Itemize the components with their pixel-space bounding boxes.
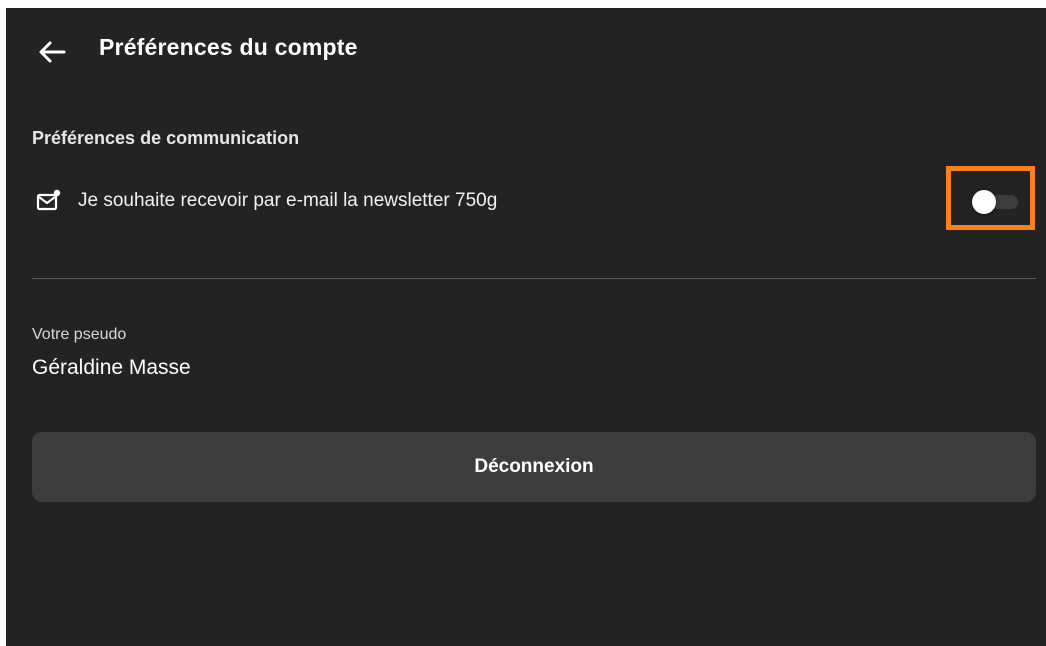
logout-button-label: Déconnexion (474, 456, 594, 477)
account-preferences-screen: Préférences du compte Préférences de com… (6, 8, 1046, 646)
toggle-knob (972, 190, 996, 214)
pseudo-value: Géraldine Masse (32, 356, 191, 379)
back-button[interactable] (36, 36, 68, 68)
newsletter-toggle[interactable] (972, 190, 1022, 214)
mail-notification-icon (36, 189, 61, 211)
pseudo-label: Votre pseudo (32, 326, 127, 343)
section-divider (32, 278, 1036, 279)
newsletter-label: Je souhaite recevoir par e-mail la newsl… (78, 190, 498, 211)
page-title: Préférences du compte (99, 34, 358, 60)
newsletter-preference-row: Je souhaite recevoir par e-mail la newsl… (32, 178, 1036, 228)
header: Préférences du compte (6, 8, 1046, 90)
logout-button[interactable]: Déconnexion (32, 432, 1036, 502)
communication-section-title: Préférences de communication (32, 128, 300, 148)
arrow-left-icon (39, 41, 66, 63)
